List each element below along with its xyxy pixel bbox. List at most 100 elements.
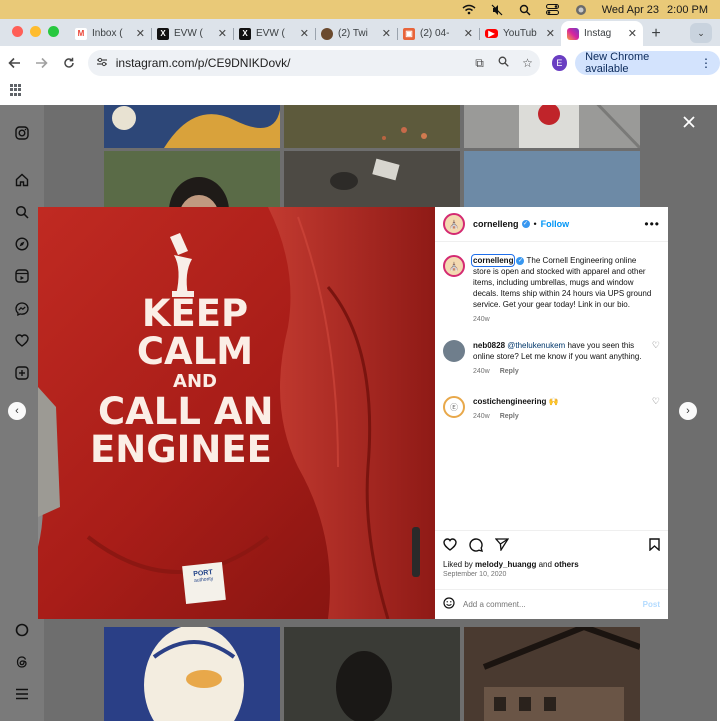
zoom-icon[interactable] (492, 56, 516, 70)
instagram-page: ‹ › KEEP CALM AND CALL AN ENGINEE PORT a… (0, 105, 717, 721)
avatar[interactable]: Ⓔ (443, 396, 465, 418)
grid-thumbnail[interactable] (464, 623, 642, 721)
explore-icon[interactable] (13, 235, 30, 252)
comment-username[interactable]: neb0828 (473, 341, 505, 350)
apps-grid-icon[interactable] (10, 84, 22, 96)
tab-bookmark[interactable]: ▣ (2) 04- ✕ (397, 21, 479, 46)
caption: ⛪ cornelleng ✓ The Cornell Engineering on… (443, 254, 660, 325)
grid-thumbnail[interactable] (104, 105, 280, 148)
post-author[interactable]: cornelleng (473, 219, 519, 229)
messenger-icon[interactable] (13, 300, 30, 317)
search-icon[interactable] (13, 203, 30, 220)
liked-by-others[interactable]: others (554, 560, 578, 569)
notifications-heart-icon[interactable] (13, 332, 30, 349)
wifi-icon[interactable] (462, 4, 476, 16)
previous-post-button[interactable]: ‹ (8, 402, 26, 420)
close-icon[interactable]: ✕ (628, 27, 637, 40)
avatar[interactable]: ⛪ (443, 213, 465, 235)
like-heart-icon[interactable] (443, 538, 457, 554)
reload-button[interactable] (57, 50, 82, 76)
comment-icon[interactable] (469, 537, 483, 555)
mute-icon[interactable] (490, 4, 504, 16)
like-comment-heart-icon[interactable]: ♡ (652, 396, 660, 422)
site-info-icon[interactable] (96, 57, 108, 70)
close-icon[interactable]: ✕ (218, 27, 227, 40)
reels-icon[interactable] (13, 267, 30, 284)
create-post-icon[interactable] (13, 364, 30, 381)
close-window-button[interactable] (12, 26, 23, 37)
minimize-window-button[interactable] (30, 26, 41, 37)
bookmark-star-icon[interactable]: ☆ (516, 56, 540, 70)
comment-input[interactable] (463, 600, 643, 609)
save-bookmark-icon[interactable] (649, 538, 660, 554)
siri-icon[interactable] (574, 4, 588, 16)
instagram-logo-icon[interactable] (13, 124, 30, 141)
close-icon[interactable]: ✕ (546, 27, 555, 40)
tab-x-1[interactable]: X EVW ( ✕ (151, 21, 233, 46)
next-post-button[interactable]: › (679, 402, 697, 420)
comment-age[interactable]: 240w (473, 413, 490, 420)
liked-by-user[interactable]: melody_huangg (475, 560, 536, 569)
menu-icon[interactable] (13, 685, 30, 702)
close-icon[interactable]: ✕ (300, 27, 309, 40)
comment-username[interactable]: costichengineering (473, 397, 546, 406)
new-chrome-available-button[interactable]: New Chrome available ⋮ (575, 51, 720, 75)
macos-menu-bar: Wed Apr 23 2:00 PM (0, 0, 720, 19)
caption-username[interactable]: cornelleng (470, 254, 516, 267)
tab-gmail[interactable]: M Inbox ( ✕ (69, 21, 151, 46)
reply-button[interactable]: Reply (500, 368, 519, 375)
more-options-icon[interactable]: ••• (644, 217, 660, 231)
back-button[interactable] (2, 50, 27, 76)
comment-age[interactable]: 240w (473, 368, 490, 375)
post-details-panel: ⛪ cornelleng ✓ • Follow ••• ⛪ cornelleng… (435, 207, 668, 619)
tab-x-2[interactable]: X EVW ( ✕ (233, 21, 315, 46)
post-image[interactable]: KEEP CALM AND CALL AN ENGINEE PORT autho… (38, 207, 435, 619)
twitch-avatar-icon (321, 27, 333, 40)
arrow-left-icon (8, 57, 21, 69)
search-icon[interactable] (518, 4, 532, 16)
tab-label: Instag (584, 28, 612, 39)
avatar[interactable] (443, 340, 465, 362)
threads-icon[interactable] (13, 653, 30, 670)
grid-thumbnail[interactable] (284, 627, 460, 721)
url-text[interactable]: instagram.com/p/CE9DNIKDovk/ (116, 56, 468, 70)
tab-label: EVW ( (174, 28, 203, 39)
poster-line-engineer: ENGINEE (90, 428, 272, 471)
install-app-icon[interactable]: ⧉ (468, 56, 492, 71)
tab-search-button[interactable]: ⌄ (690, 23, 712, 43)
tab-instagram[interactable]: Instag ✕ (561, 21, 643, 46)
emoji-icon[interactable] (443, 597, 455, 612)
close-modal-button[interactable] (683, 111, 695, 134)
close-icon[interactable]: ✕ (464, 27, 473, 40)
tab-twitch[interactable]: (2) Twi ✕ (315, 21, 397, 46)
comment-item: Ⓔ costichengineering 🙌 240w Reply ♡ (443, 396, 660, 422)
post-date[interactable]: September 10, 2020 (443, 571, 660, 578)
chevron-down-icon: ⌄ (697, 27, 705, 38)
youtube-icon: ▶ (485, 29, 498, 38)
avatar[interactable]: ⛪ (443, 255, 465, 277)
address-bar[interactable]: instagram.com/p/CE9DNIKDovk/ ⧉ ☆ (87, 50, 540, 76)
comment-mention[interactable]: @thelukenukem (507, 341, 565, 350)
grid-thumbnail[interactable] (464, 105, 642, 150)
close-icon[interactable]: ✕ (382, 27, 391, 40)
new-tab-button[interactable]: + (643, 21, 669, 46)
reply-button[interactable]: Reply (500, 413, 519, 420)
close-icon[interactable]: ✕ (136, 27, 145, 40)
profile-avatar[interactable]: E (551, 55, 568, 71)
meta-ai-icon[interactable] (13, 621, 30, 638)
post-comment-button[interactable]: Post (643, 600, 660, 609)
maximize-window-button[interactable] (48, 26, 59, 37)
home-icon[interactable] (13, 171, 30, 188)
like-comment-heart-icon[interactable]: ♡ (652, 340, 660, 377)
menu-bar-clock[interactable]: Wed Apr 23 2:00 PM (602, 4, 708, 16)
grid-thumbnail[interactable] (284, 105, 460, 148)
forward-button[interactable] (29, 50, 54, 76)
tab-label: (2) Twi (338, 28, 368, 39)
tab-youtube[interactable]: ▶ YouTub ✕ (479, 21, 561, 46)
control-center-icon[interactable] (546, 4, 560, 16)
share-send-icon[interactable] (494, 538, 510, 554)
follow-button[interactable]: Follow (541, 219, 570, 229)
caption-age[interactable]: 240w (473, 316, 490, 323)
gmail-icon: M (75, 27, 87, 40)
grid-thumbnail[interactable] (104, 625, 280, 721)
